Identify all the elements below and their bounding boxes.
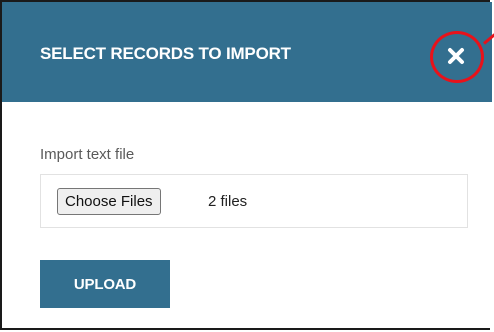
choose-files-button[interactable]: Choose Files	[57, 188, 161, 215]
close-icon	[447, 47, 465, 70]
dialog-title: SELECT RECORDS TO IMPORT	[40, 44, 291, 63]
dialog-header: SELECT RECORDS TO IMPORT	[2, 2, 492, 102]
dialog-body: Import text file Choose Files 2 files UP…	[2, 102, 492, 332]
close-button[interactable]	[434, 36, 478, 80]
import-dialog: SELECT RECORDS TO IMPORT Import text fil…	[0, 0, 494, 332]
file-input-container: Choose Files 2 files	[40, 174, 468, 228]
file-count-text: 2 files	[208, 193, 248, 210]
upload-button[interactable]: UPLOAD	[40, 260, 170, 308]
import-file-label: Import text file	[40, 146, 135, 163]
